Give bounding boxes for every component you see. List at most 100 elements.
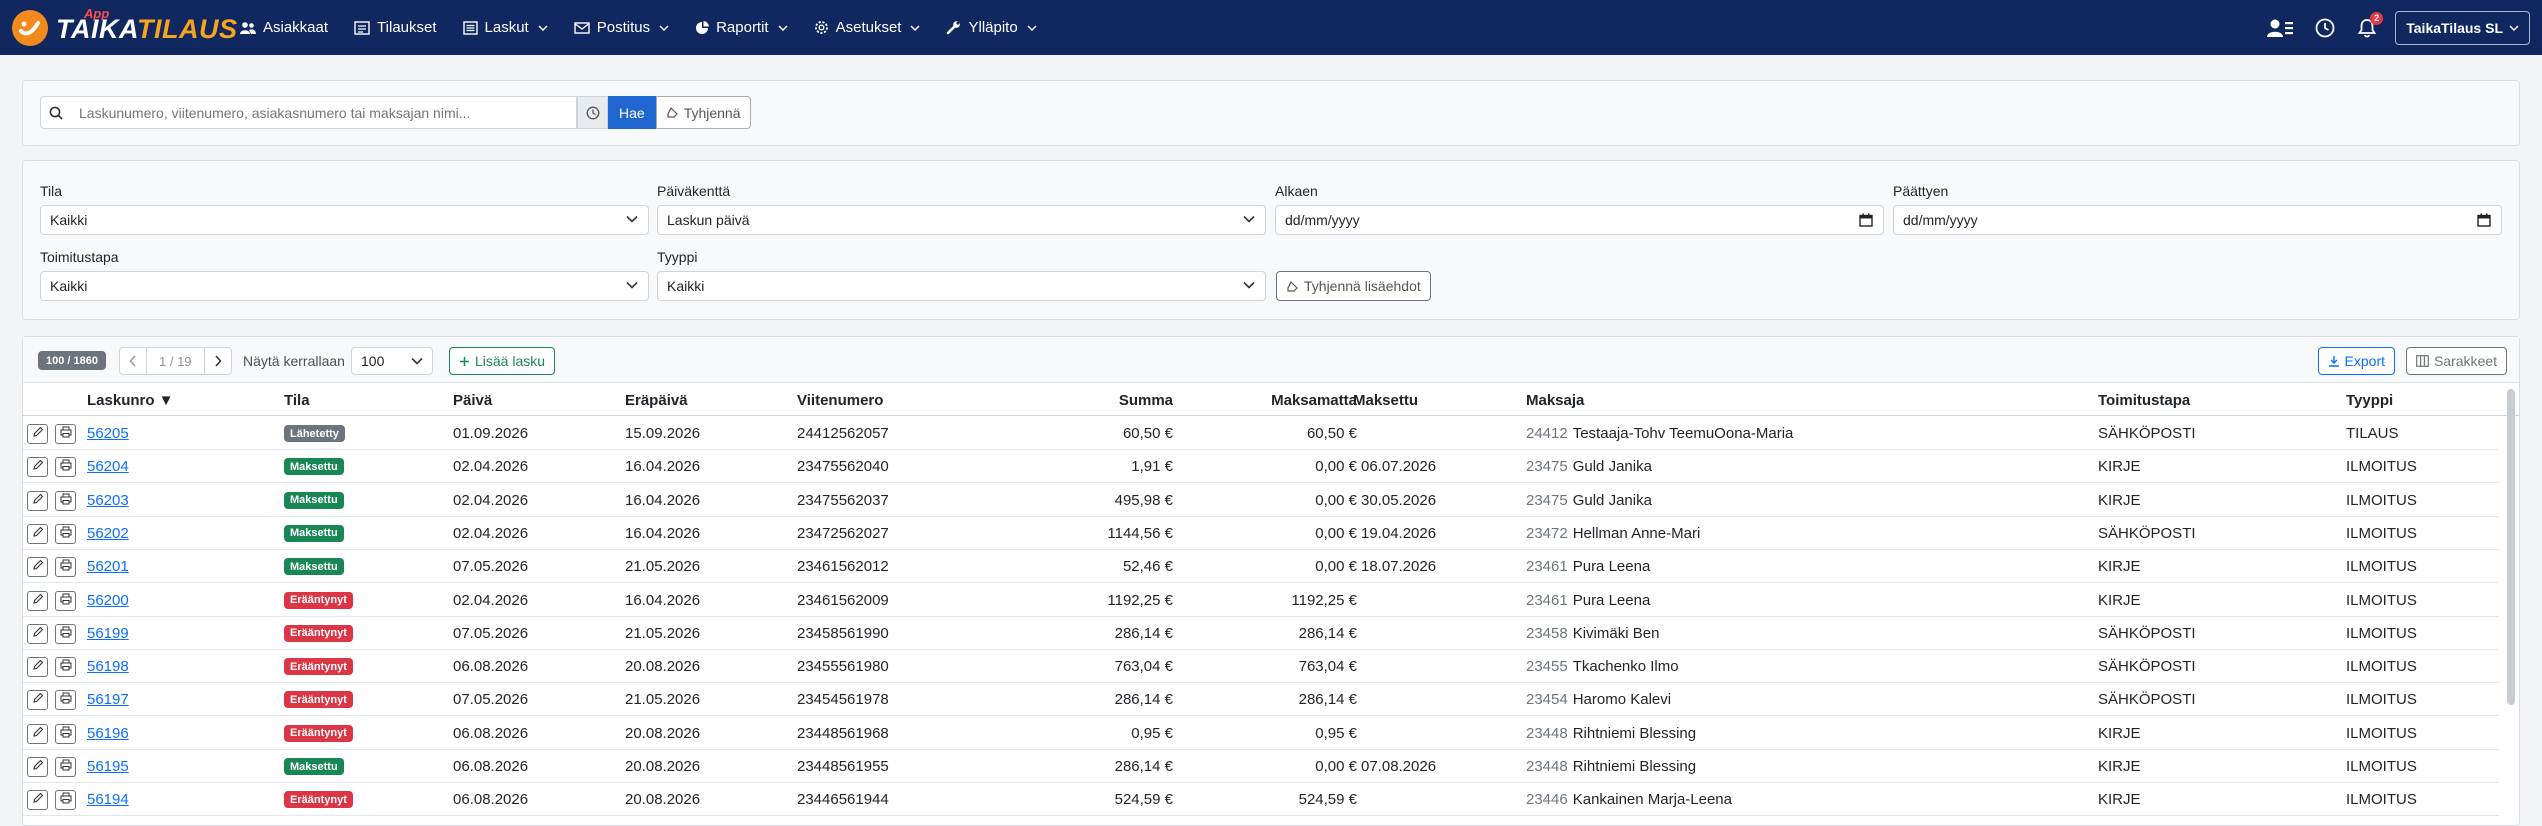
unpaid-amount: 524,59 € [1298,791,1357,809]
calendar-icon[interactable] [2477,213,2491,227]
print-invoice-button[interactable] [55,723,76,744]
column-header-sum[interactable]: Summa [983,384,1173,416]
export-button[interactable]: Export [2317,347,2395,375]
invoice-type: ILMOITUS [2346,624,2417,642]
notifications-bell-icon[interactable]: 2 [2357,11,2384,38]
column-header-type[interactable]: Tyyppi [2346,384,2393,416]
invoice-table-panel: 100 / 1860 1 / 19 Näytä kerrallaan 100 L… [22,336,2520,826]
prev-page-button[interactable] [119,347,147,375]
type-filter-value: Kaikki [667,278,705,294]
column-header-invoice-number[interactable]: Laskunro ▼ [87,384,174,416]
column-header-reference[interactable]: Viitenumero [797,384,883,416]
invoice-number-link[interactable]: 56202 [87,525,129,542]
invoice-number-link[interactable]: 56197 [87,691,129,708]
print-invoice-button[interactable] [55,790,76,811]
clear-extra-filters-button[interactable]: Tyhjennä lisäehdot [1276,271,1431,301]
status-badge: Erääntynyt [284,724,353,742]
invoice-number-link[interactable]: 56198 [87,658,129,675]
invoice-number-link[interactable]: 56203 [87,492,129,509]
delivery-method: KIRJE [2098,724,2141,742]
edit-invoice-button[interactable] [27,757,48,777]
column-header-payer[interactable]: Maksaja [1526,384,1584,416]
unpaid-amount: 60,50 € [1306,425,1357,442]
print-invoice-button[interactable] [55,490,76,511]
nav-item-raportit[interactable]: Raportit [695,0,788,55]
print-invoice-button[interactable] [55,523,76,544]
nav-item-asiakkaat[interactable]: Asiakkaat [240,0,328,55]
payer-customer-number: 23446 [1526,791,1568,809]
print-invoice-button[interactable] [55,557,76,578]
edit-invoice-button[interactable] [27,523,48,544]
edit-invoice-button[interactable] [27,457,48,478]
paid-date: 18.07.2026 [1361,558,1437,576]
column-header-due-date[interactable]: Eräpäivä [625,384,688,416]
print-invoice-button[interactable] [55,424,76,444]
pencil-icon [32,725,44,743]
chevron-down-icon [778,24,788,31]
add-invoice-button[interactable]: Lisää lasku [449,347,556,375]
brand-logo-link[interactable]: App TAIKATILAUS [12,0,240,55]
print-invoice-button[interactable] [55,457,76,478]
start-date-input[interactable]: dd/mm/yyyy [1275,205,1884,235]
edit-invoice-button[interactable] [27,723,48,744]
nav-item-asetukset[interactable]: Asetukset [814,0,921,55]
edit-invoice-button[interactable] [27,790,48,811]
column-header-unpaid[interactable]: Maksamatta [1173,384,1357,416]
print-invoice-button[interactable] [55,690,76,711]
edit-invoice-button[interactable] [27,690,48,711]
end-date-input[interactable]: dd/mm/yyyy [1893,205,2502,235]
invoice-number-link[interactable]: 56205 [87,425,129,442]
print-invoice-button[interactable] [55,590,76,611]
nav-item-ylläpito[interactable]: Ylläpito [946,0,1037,55]
delivery-filter-select[interactable]: Kaikki [40,271,649,301]
nav-item-laskut[interactable]: Laskut [462,0,548,55]
edit-invoice-button[interactable] [27,623,48,644]
column-header-status[interactable]: Tila [284,384,310,416]
edit-invoice-button[interactable] [27,424,48,444]
edit-invoice-button[interactable] [27,490,48,511]
invoice-number-link[interactable]: 56204 [87,458,129,475]
delivery-method: KIRJE [2098,758,2141,775]
print-invoice-button[interactable] [55,623,76,644]
invoice-number-link[interactable]: 56200 [87,592,129,609]
per-page-select[interactable]: 100 [351,347,433,375]
next-page-button[interactable] [203,347,232,375]
search-button[interactable]: Hae [608,96,656,129]
column-header-delivery[interactable]: Toimitustapa [2098,384,2190,416]
table-row: 56198 Erääntynyt 06.08.2026 20.08.2026 23455… [23,650,2499,684]
invoice-type: ILMOITUS [2346,691,2417,709]
invoice-date: 06.08.2026 [453,658,529,676]
invoice-number-link[interactable]: 56201 [87,558,129,575]
search-input[interactable] [71,96,577,129]
user-list-icon[interactable] [2267,18,2294,38]
invoice-number-link[interactable]: 56195 [87,758,129,775]
date-field-filter-select[interactable]: Laskun päivä [657,205,1266,235]
table-scrollbar[interactable] [2507,389,2515,705]
edit-invoice-button[interactable] [27,590,48,611]
search-history-button[interactable] [577,96,608,129]
type-filter-select[interactable]: Kaikki [657,271,1266,301]
clear-search-button[interactable]: Tyhjennä [655,96,751,129]
due-date: 16.04.2026 [625,591,701,609]
edit-invoice-button[interactable] [27,557,48,578]
print-invoice-button[interactable] [55,757,76,777]
status-filter-select[interactable]: Kaikki [40,205,649,235]
nav-item-tilaukset[interactable]: Tilaukset [354,0,437,55]
column-header-date[interactable]: Päivä [453,384,492,416]
search-panel: Hae Tyhjennä [22,80,2520,146]
print-invoice-button[interactable] [55,657,76,678]
nav-item-postitus[interactable]: Postitus [574,0,669,55]
reference-number: 23461562009 [797,591,889,609]
invoice-sum: 1144,56 € [1107,524,1173,542]
column-header-paid[interactable]: Maksettu [1353,384,1418,416]
invoice-number-link[interactable]: 56194 [87,791,129,808]
edit-invoice-button[interactable] [27,657,48,678]
invoice-number-link[interactable]: 56196 [87,725,129,742]
user-menu-button[interactable]: TaikaTilaus SL [2395,10,2530,45]
table-row: 56203 Maksettu 02.04.2026 16.04.2026 2347556… [23,484,2499,517]
calendar-icon[interactable] [1859,213,1873,227]
invoice-date: 06.08.2026 [453,791,529,809]
invoice-number-link[interactable]: 56199 [87,625,129,642]
history-clock-icon[interactable] [2315,18,2335,38]
columns-button[interactable]: Sarakkeet [2405,347,2507,375]
